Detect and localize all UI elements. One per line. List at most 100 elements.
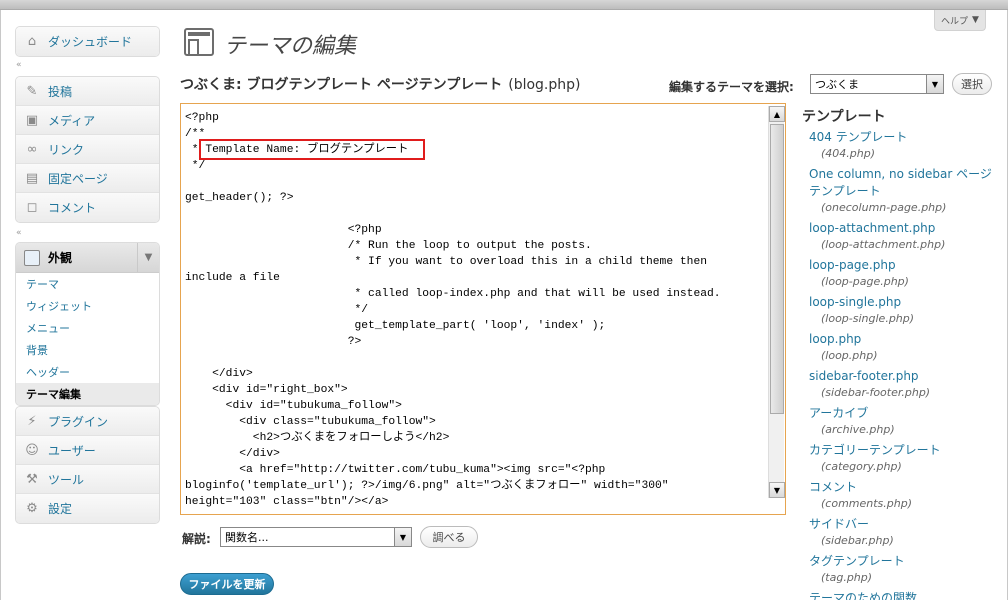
template-item: カテゴリーテンプレート (category.php) xyxy=(809,442,999,474)
template-filename: (404.php) xyxy=(821,147,876,160)
submenu-toggle-icon[interactable]: ▼ xyxy=(137,243,159,272)
pin-icon: ✎ xyxy=(26,83,38,99)
template-link[interactable]: loop-page.php xyxy=(809,257,999,274)
dashboard-menu: ⌂ ダッシュボード xyxy=(15,26,160,57)
scroll-thumb[interactable] xyxy=(770,124,784,414)
help-button[interactable]: ヘルプ ▼ xyxy=(934,10,986,31)
template-item: loop-attachment.php (loop-attachment.php) xyxy=(809,220,999,252)
menu-collapse-icon[interactable]: « xyxy=(16,228,22,238)
submenu-item-widgets[interactable]: ウィジェット xyxy=(16,295,159,317)
scroll-down-icon[interactable]: ▼ xyxy=(769,482,785,498)
update-file-button[interactable]: ファイルを更新 xyxy=(180,573,274,595)
submenu-item-themes[interactable]: テーマ xyxy=(16,273,159,295)
users-icon: ☺ xyxy=(25,442,39,458)
sidebar-item-posts[interactable]: ✎ 投稿 xyxy=(16,77,159,106)
template-filename: (category.php) xyxy=(821,460,902,473)
templates-list: 404 テンプレート (404.php) One column, no sideba… xyxy=(809,129,999,600)
template-link[interactable]: サイドバー xyxy=(809,516,999,533)
code-editor[interactable]: <?php /** * Template Name: ブログテンプレート */ … xyxy=(180,103,786,515)
lookup-button[interactable]: 調べる xyxy=(420,526,478,548)
submenu-item-header[interactable]: ヘッダー xyxy=(16,361,159,383)
scroll-up-icon[interactable]: ▲ xyxy=(769,106,785,122)
menu-collapse-icon[interactable]: « xyxy=(16,60,22,70)
template-link[interactable]: タグテンプレート xyxy=(809,553,999,570)
template-item: サイドバー (sidebar.php) xyxy=(809,516,999,548)
sidebar-item-settings[interactable]: ⚙ 設定 xyxy=(16,494,159,523)
sidebar-item-label: コメント xyxy=(48,201,97,215)
sidebar-item-label: 投稿 xyxy=(48,84,73,99)
template-filename: (onecolumn-page.php) xyxy=(821,201,947,214)
sidebar-item-label: プラグイン xyxy=(48,414,109,429)
page-title: テーマの編集 xyxy=(224,34,357,59)
template-link[interactable]: loop-attachment.php xyxy=(809,220,999,237)
window-top-bar xyxy=(0,0,1008,10)
template-filename: (comments.php) xyxy=(821,497,913,510)
template-item: アーカイブ (archive.php) xyxy=(809,405,999,437)
help-label: ヘルプ xyxy=(941,16,969,27)
sidebar-item-comments[interactable]: ◻ コメント xyxy=(16,193,159,222)
sidebar-item-label: 外観 xyxy=(48,251,73,265)
chevron-down-icon: ▼ xyxy=(926,75,943,93)
settings-icon: ⚙ xyxy=(26,501,38,516)
sidebar-item-users[interactable]: ☺ ユーザー xyxy=(16,436,159,465)
theme-select-label: 編集するテーマを選択: xyxy=(669,80,794,94)
sidebar-item-label: ツール xyxy=(48,472,85,487)
sidebar-item-dashboard[interactable]: ⌂ ダッシュボード xyxy=(16,27,159,56)
template-item: コメント (comments.php) xyxy=(809,479,999,511)
template-link[interactable]: One column, no sidebar ページテンプレート xyxy=(809,166,999,200)
template-item: sidebar-footer.php (sidebar-footer.php) xyxy=(809,368,999,400)
sidebar-item-pages[interactable]: ▤ 固定ページ xyxy=(16,164,159,193)
sidebar-item-tools[interactable]: ⚒ ツール xyxy=(16,465,159,494)
template-filename: (sidebar-footer.php) xyxy=(821,386,931,399)
template-item: loop-page.php (loop-page.php) xyxy=(809,257,999,289)
code-textarea[interactable]: <?php /** * Template Name: ブログテンプレート */ … xyxy=(185,110,767,512)
submenu-item-background[interactable]: 背景 xyxy=(16,339,159,361)
chevron-down-icon: ▼ xyxy=(972,15,979,25)
sidebar-item-label: 設定 xyxy=(48,502,73,516)
template-link[interactable]: アーカイブ xyxy=(809,405,999,422)
template-link[interactable]: 404 テンプレート xyxy=(809,129,999,146)
select-theme-button[interactable]: 選択 xyxy=(952,73,992,95)
template-link[interactable]: loop-single.php xyxy=(809,294,999,311)
template-filename: (loop-single.php) xyxy=(821,312,915,325)
tools-menu: ⚡ プラグイン ☺ ユーザー ⚒ ツール ⚙ 設定 xyxy=(15,406,160,524)
sidebar-item-appearance[interactable]: 外観 ▼ xyxy=(16,243,159,273)
template-item: タグテンプレート (tag.php) xyxy=(809,553,999,585)
submenu-item-menus[interactable]: メニュー xyxy=(16,317,159,339)
template-item: loop-single.php (loop-single.php) xyxy=(809,294,999,326)
docs-label: 解説: xyxy=(182,532,211,546)
theme-select-value: つぶくま xyxy=(815,78,859,91)
file-name: (blog.php) xyxy=(508,77,581,93)
theme-select[interactable]: つぶくま ▼ xyxy=(810,74,944,94)
sidebar-item-label: メディア xyxy=(48,113,96,128)
sidebar-item-label: ダッシュボード xyxy=(48,35,133,49)
sidebar-item-label: リンク xyxy=(48,142,85,157)
template-link[interactable]: sidebar-footer.php xyxy=(809,368,999,385)
function-select-value: 関数名... xyxy=(225,531,269,544)
template-filename: (loop-attachment.php) xyxy=(821,238,946,251)
template-filename: (loop-page.php) xyxy=(821,275,909,288)
submenu-item-theme-editor[interactable]: テーマ編集 xyxy=(16,383,159,405)
sidebar-item-media[interactable]: ▣ メディア xyxy=(16,106,159,135)
template-link[interactable]: カテゴリーテンプレート xyxy=(809,442,999,459)
tools-icon: ⚒ xyxy=(26,471,38,487)
template-link[interactable]: コメント xyxy=(809,479,999,496)
home-icon: ⌂ xyxy=(27,34,37,49)
link-icon: ∞ xyxy=(26,141,38,157)
sidebar-item-label: 固定ページ xyxy=(48,171,108,186)
sidebar-item-label: ユーザー xyxy=(48,443,96,458)
plug-icon: ⚡ xyxy=(27,413,37,429)
template-link[interactable]: loop.php xyxy=(809,331,999,348)
template-link[interactable]: テーマのための関数 xyxy=(809,590,999,600)
sidebar-item-links[interactable]: ∞ リンク xyxy=(16,135,159,164)
appearance-icon xyxy=(24,249,40,266)
template-filename: (tag.php) xyxy=(821,571,873,584)
editor-scrollbar[interactable]: ▲ ▼ xyxy=(768,106,785,498)
comment-icon: ◻ xyxy=(26,200,38,215)
file-title: つぶくま: ブログテンプレート ページテンプレート (blog.php) xyxy=(180,74,580,94)
template-filename: (loop.php) xyxy=(821,349,878,362)
sidebar-item-plugins[interactable]: ⚡ プラグイン xyxy=(16,407,159,436)
template-item: loop.php (loop.php) xyxy=(809,331,999,363)
function-select[interactable]: 関数名... ▼ xyxy=(220,527,412,547)
appearance-menu: 外観 ▼ テーマ ウィジェット メニュー 背景 ヘッダー テーマ編集 xyxy=(15,242,160,406)
